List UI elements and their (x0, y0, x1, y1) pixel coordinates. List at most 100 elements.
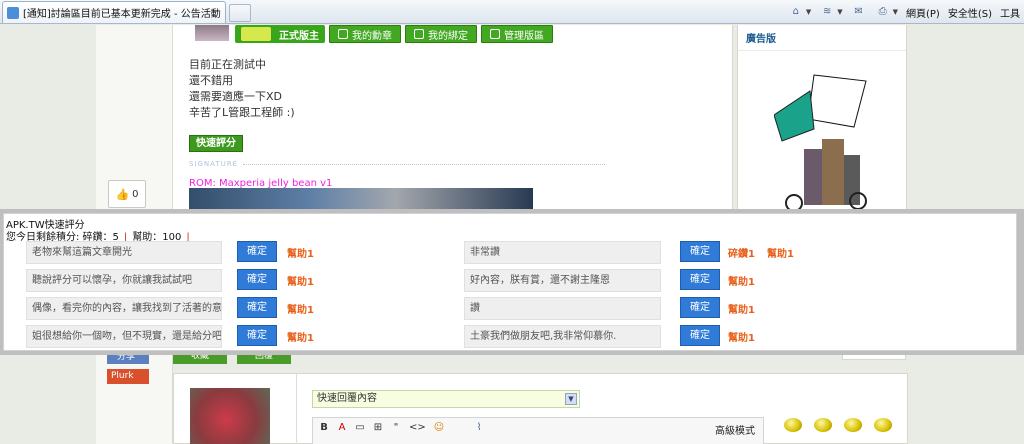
my-medals-button[interactable]: 我的勳章 (329, 25, 401, 43)
quick-rate-button[interactable]: 快速評分 (189, 135, 243, 152)
chevron-down-icon[interactable]: ▼ (837, 8, 842, 16)
rating-reward: 幫助1 (287, 329, 326, 344)
command-bar: ⌂ ▼ ≋ ▼ ✉ ⎙ ▼ 網頁(P) 安全性(S) 工具 (788, 3, 1020, 21)
rating-reward: 幫助1 (287, 245, 326, 260)
confirm-button[interactable]: 確定 (237, 269, 277, 290)
plus-icon (414, 29, 424, 39)
pencil-icon (241, 27, 271, 41)
tab-title: [通知]討論區目前已基本更新完成 - 公告活動區 - ... (23, 9, 221, 20)
rating-reward: 幫助1 (728, 301, 767, 316)
signature-label: SIGNATURE (189, 160, 239, 168)
confirm-button[interactable]: 確定 (237, 297, 277, 318)
browser-tab-bar: [通知]討論區目前已基本更新完成 - 公告活動區 - ... ⌂▼ ≋▼ ✉ ⎙… (0, 0, 1024, 24)
rating-reason: 非常讚 (464, 241, 661, 264)
rating-reward: 幫助1 (728, 329, 767, 344)
rating-reason: 姐很想給你一個吻，但不現實，還是給分吧 (26, 325, 222, 348)
quick-reply-select[interactable]: 快速回覆內容 ▼ (312, 390, 580, 408)
signature-image (189, 188, 533, 210)
image-icon[interactable]: ▭ (355, 422, 365, 433)
new-tab-button[interactable] (229, 4, 251, 22)
medal-icon (338, 29, 348, 39)
ad-column: 廣告版 (737, 25, 907, 225)
badge-label: 管理版區 (504, 30, 544, 42)
plurk-share-button[interactable]: Plurk (107, 369, 149, 384)
smiley-palette (784, 418, 892, 432)
advanced-mode-link[interactable]: 高級模式 (715, 422, 755, 437)
quick-rating-panel: APK.TW快速評分 您今日剩餘積分: 碎鑽：5 | 幫助：100 | 老物來幫這篇文… (3, 213, 1017, 351)
confirm-button[interactable]: 確定 (680, 325, 720, 346)
rating-row: 姐很想給你一個吻，但不現實，還是給分吧 確定 幫助1 (26, 325, 426, 348)
badge-label: 我的勳章 (352, 30, 392, 42)
like-count: 0 (132, 188, 139, 200)
rating-reason: 讚 (464, 297, 661, 320)
feeds-icon[interactable]: ≋ (819, 5, 835, 19)
smiley-icon[interactable] (814, 418, 832, 432)
safety-menu[interactable]: 安全性(S) (948, 5, 992, 20)
help-reward: 幫助1 (728, 333, 755, 344)
quote-icon[interactable]: " (391, 422, 401, 433)
badge-label: 我的綁定 (428, 30, 468, 42)
confirm-button[interactable]: 確定 (680, 269, 720, 290)
font-color-icon[interactable]: A (337, 422, 347, 433)
rating-reason: 老物來幫這篇文章開光 (26, 241, 222, 264)
chevron-down-icon[interactable]: ▼ (565, 393, 577, 405)
rating-reward: 幫助1 (287, 301, 326, 316)
post-line: 目前正在測試中 (189, 58, 266, 71)
rating-overlay: APK.TW快速評分 您今日剩餘積分: 碎鑽：5 | 幫助：100 | 老物來幫這篇文… (0, 209, 1024, 355)
rating-row: 讚 確定 幫助1 (464, 297, 864, 320)
confirm-button[interactable]: 確定 (680, 297, 720, 318)
rating-row: 土豪我們做朋友吧,我非常仰慕你. 確定 幫助1 (464, 325, 864, 348)
grid-icon (490, 29, 500, 39)
ad-banner-image[interactable] (774, 71, 870, 215)
diamond-reward: 碎鑽1 (728, 249, 755, 260)
rating-row: 好內容，朕有賞，還不謝主隆恩 確定 幫助1 (464, 269, 864, 292)
help-reward: 幫助1 (287, 333, 314, 344)
rating-reward: 幫助1 (287, 273, 326, 288)
signature-divider (243, 164, 605, 165)
code-icon[interactable]: <> (409, 422, 426, 433)
rating-row: 非常讚 確定 碎鑽1 幫助1 (464, 241, 864, 264)
reply-avatar (190, 388, 270, 444)
rating-reward: 幫助1 (728, 273, 767, 288)
manage-board-button[interactable]: 管理版區 (481, 25, 553, 43)
rating-reward: 碎鑽1 幫助1 (728, 245, 794, 260)
thumbs-up-icon: 👍 (115, 187, 130, 201)
rating-row: 偶像，看完你的內容，讓我找到了活著的意義 確定 幫助1 (26, 297, 426, 320)
read-mail-icon[interactable]: ✉ (851, 5, 867, 19)
badge-row: 正式版主 我的勳章 我的綁定 管理版區 (235, 25, 553, 43)
select-value: 快速回覆內容 (317, 393, 377, 404)
my-bindings-button[interactable]: 我的綁定 (405, 25, 477, 43)
ad-header: 廣告版 (738, 25, 906, 51)
chevron-down-icon[interactable]: ▼ (893, 8, 898, 16)
reply-editor-toolbar: B A ▭ ⊞ " <> ☺ ⌇ 高級模式 (312, 417, 764, 444)
smiley-icon[interactable] (844, 418, 862, 432)
browser-tab[interactable]: [通知]討論區目前已基本更新完成 - 公告活動區 - ... (2, 1, 226, 23)
home-icon[interactable]: ⌂ (788, 5, 804, 19)
quick-reply-box: 快速回覆內容 ▼ B A ▭ ⊞ " <> ☺ ⌇ 高級模式 (173, 373, 908, 444)
print-icon[interactable]: ⎙ (875, 5, 891, 19)
divider (296, 374, 297, 444)
attachment-icon[interactable]: ⌇ (474, 422, 484, 433)
rating-reason: 土豪我們做朋友吧,我非常仰慕你. (464, 325, 661, 348)
tools-menu[interactable]: 工具 (1000, 5, 1020, 20)
table-icon[interactable]: ⊞ (373, 422, 383, 433)
post-line: 還不錯用 (189, 74, 233, 87)
rating-reason: 偶像，看完你的內容，讓我找到了活著的意義 (26, 297, 222, 320)
help-reward: 幫助1 (766, 249, 794, 260)
confirm-button[interactable]: 確定 (680, 241, 720, 262)
like-button[interactable]: 👍 0 (108, 180, 146, 208)
chevron-down-icon[interactable]: ▼ (806, 8, 811, 16)
confirm-button[interactable]: 確定 (237, 325, 277, 346)
rating-row: 聽說評分可以懷孕，你就讓我試試吧 確定 幫助1 (26, 269, 426, 292)
smiley-icon[interactable] (784, 418, 802, 432)
post-line: 辛苦了L管跟工程師 :) (189, 106, 295, 119)
help-reward: 幫助1 (728, 277, 755, 288)
help-reward: 幫助1 (287, 305, 314, 316)
page-menu[interactable]: 網頁(P) (906, 5, 940, 20)
smiley-icon[interactable]: ☺ (434, 422, 444, 433)
bold-icon[interactable]: B (319, 422, 329, 433)
official-moderator-badge: 正式版主 (235, 25, 325, 43)
confirm-button[interactable]: 確定 (237, 241, 277, 262)
help-reward: 幫助1 (287, 277, 314, 288)
smiley-icon[interactable] (874, 418, 892, 432)
